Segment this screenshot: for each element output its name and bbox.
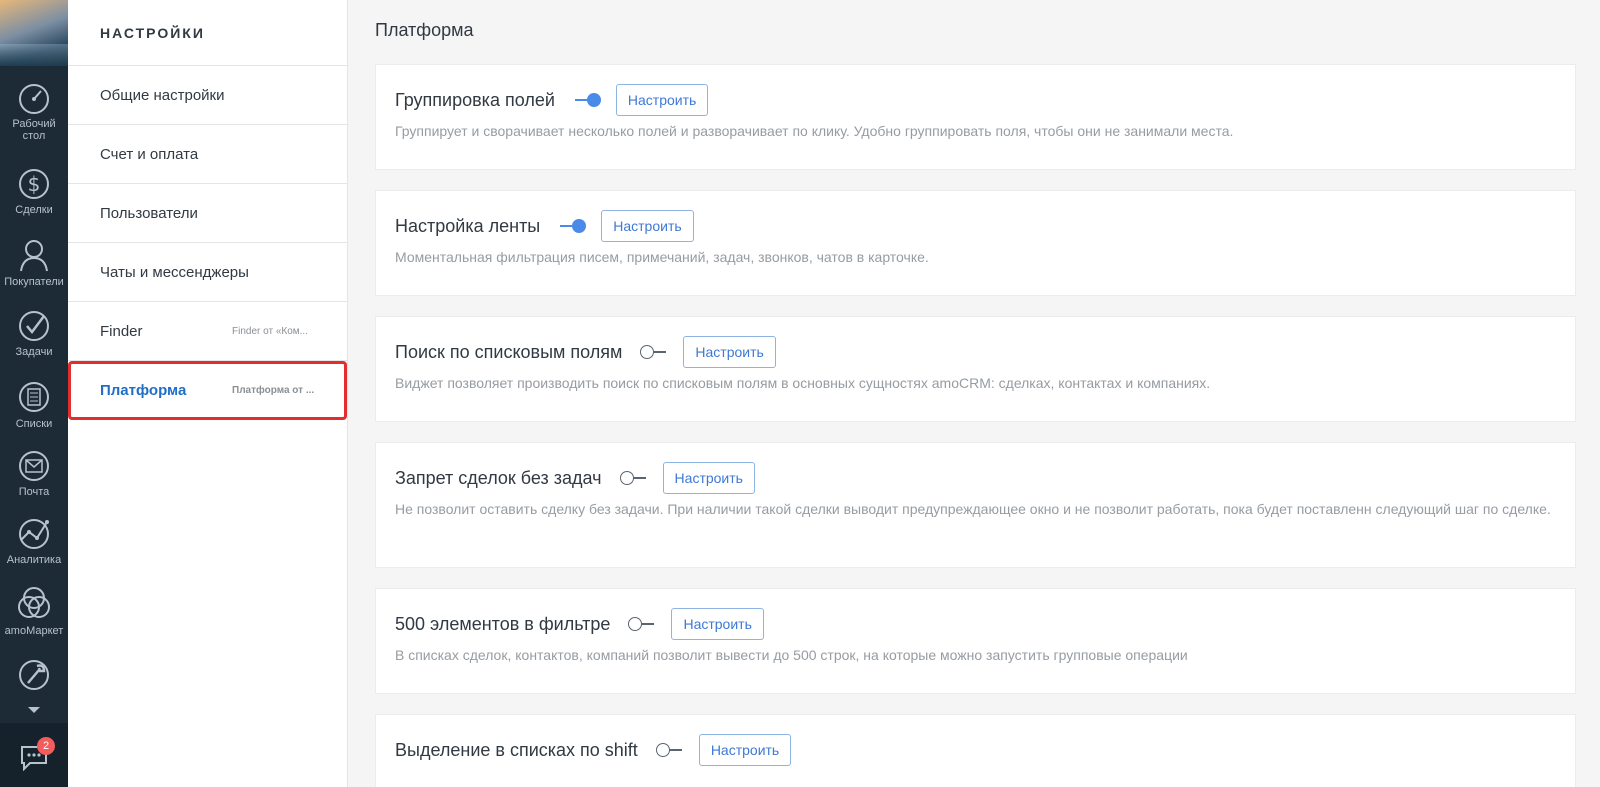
sidebar-item-finder[interactable]: Finder Finder от «Ком...	[68, 302, 347, 361]
configure-button[interactable]: Настроить	[683, 336, 776, 368]
widget-description: Моментальная фильтрация писем, примечани…	[395, 249, 929, 265]
sidebar-item-sublabel: Платформа от ...	[232, 385, 315, 396]
widget-name: Запрет сделок без задач	[395, 467, 602, 488]
sidebar-item-users[interactable]: Пользователи	[68, 184, 347, 243]
page-title: Платформа	[375, 20, 474, 40]
sidebar-item-label: Счет и оплата	[100, 145, 199, 163]
sidebar-item-label: Finder	[100, 322, 143, 340]
mail-icon	[19, 451, 49, 481]
configure-button[interactable]: Настроить	[662, 462, 755, 494]
nav-label: Сделки	[15, 204, 53, 216]
widget-name: Настройка ленты	[395, 215, 541, 236]
nav-analytics[interactable]: Аналитика	[0, 516, 68, 566]
widget-description: Не позволит оставить сделку без задачи. …	[395, 501, 1551, 517]
widget-name: Поиск по списковым полям	[395, 341, 623, 362]
nav-label: Задачи	[15, 346, 53, 358]
dashboard-icon	[19, 84, 49, 114]
widget-card: 500 элементов в фильтре Настроить В спис…	[375, 588, 1576, 694]
sidebar-item-label: Пользователи	[100, 204, 198, 222]
nav-deals[interactable]: $ Сделки	[0, 164, 68, 216]
nav-customers[interactable]: Покупатели	[0, 236, 68, 288]
widget-name: Группировка полей	[395, 89, 555, 110]
sidebar-item-platform[interactable]: Платформа Платформа от ...	[68, 361, 347, 420]
configure-button[interactable]: Настроить	[698, 734, 792, 766]
nav-tasks[interactable]: Задачи	[0, 308, 68, 358]
nav-label: Рабочий стол	[12, 118, 56, 142]
sidebar-item-label: Чаты и мессенджеры	[100, 263, 249, 281]
configure-button[interactable]: Настроить	[601, 210, 694, 242]
nav-dashboard[interactable]: Рабочий стол	[0, 82, 68, 142]
checkmark-icon	[19, 311, 49, 341]
chevron-down-icon[interactable]	[28, 707, 40, 713]
nav-settings[interactable]	[0, 656, 68, 694]
nav-lists[interactable]: Списки	[0, 378, 68, 430]
nav-label: amoМаркет	[4, 625, 64, 637]
nav-rail: Рабочий стол $ Сделки Покупатели Задачи …	[0, 0, 68, 787]
user-avatar[interactable]	[0, 0, 68, 66]
notification-badge: 2	[37, 737, 55, 755]
nav-label: Почта	[18, 486, 50, 498]
widget-card: Запрет сделок без задач Настроить Не поз…	[375, 442, 1576, 568]
widget-toggle[interactable]	[573, 93, 601, 107]
nav-label: Аналитика	[6, 554, 62, 566]
widget-toggle[interactable]	[619, 471, 648, 485]
widget-description: Виджет позволяет производить поиск по сп…	[395, 375, 1211, 391]
nav-market[interactable]: amoМаркет	[0, 585, 68, 637]
widget-toggle[interactable]	[640, 345, 668, 359]
chat-area: 2	[0, 723, 68, 787]
customers-icon	[20, 240, 48, 272]
dollar-icon: $	[19, 169, 49, 199]
lists-icon	[19, 382, 49, 412]
widget-card: Группировка полей Настроить Группирует и…	[375, 64, 1576, 170]
market-icon	[18, 587, 50, 618]
sidebar-item-billing[interactable]: Счет и оплата	[68, 125, 347, 184]
configure-button[interactable]: Настроить	[671, 608, 764, 640]
sidebar-title: НАСТРОЙКИ	[68, 0, 347, 66]
settings-sidebar: НАСТРОЙКИ Общие настройки Счет и оплата …	[68, 0, 348, 787]
widget-toggle[interactable]	[558, 219, 587, 233]
svg-text:$: $	[28, 172, 41, 196]
nav-mail[interactable]: Почта	[0, 448, 68, 498]
nav-label: Покупатели	[4, 276, 64, 288]
sidebar-item-sublabel: Finder от «Ком...	[232, 325, 308, 337]
settings-wrench-icon	[19, 660, 49, 690]
sidebar-item-label: Общие настройки	[100, 86, 225, 104]
widget-toggle[interactable]	[628, 617, 656, 631]
widget-card: Настройка ленты Настроить Моментальная ф…	[375, 190, 1576, 296]
widget-card: Выделение в списках по shift Настроить	[375, 714, 1576, 787]
widget-description: В списках сделок, контактов, компаний по…	[395, 647, 1188, 663]
nav-label: Списки	[15, 418, 53, 430]
sidebar-item-general[interactable]: Общие настройки	[68, 66, 347, 125]
main-content: Платформа Группировка полей Настроить Гр…	[348, 0, 1600, 787]
widget-card: Поиск по списковым полям Настроить Видже…	[375, 316, 1576, 422]
widget-toggle[interactable]	[655, 743, 684, 757]
configure-button[interactable]: Настроить	[615, 84, 709, 116]
sidebar-item-label: Платформа	[100, 382, 187, 399]
widget-name: Выделение в списках по shift	[395, 739, 638, 760]
sidebar-item-chats[interactable]: Чаты и мессенджеры	[68, 243, 347, 302]
widget-name: 500 элементов в фильтре	[395, 613, 611, 634]
analytics-icon	[19, 519, 49, 549]
widget-description: Группирует и сворачивает несколько полей…	[395, 123, 1234, 139]
